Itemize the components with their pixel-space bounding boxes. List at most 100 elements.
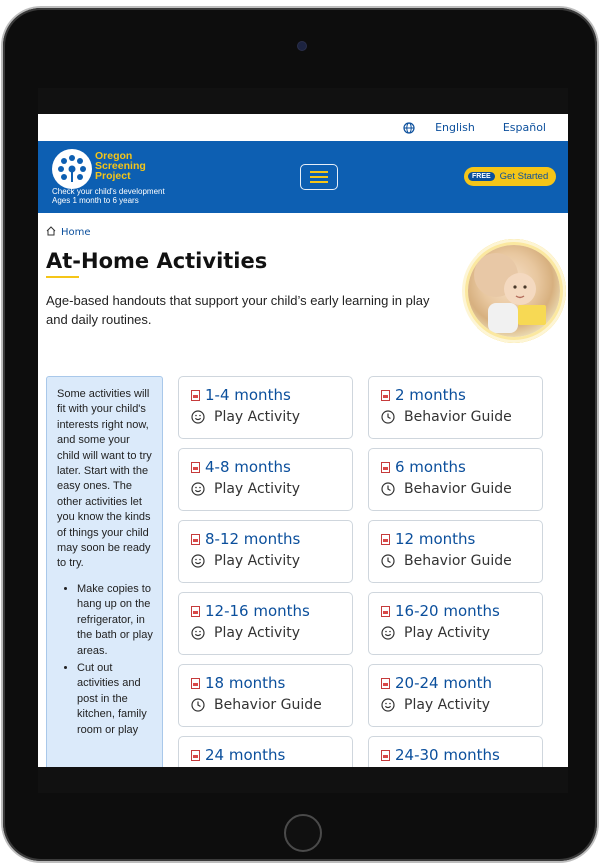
pdf-icon — [191, 677, 200, 689]
tagline-line-2: Ages 1 month to 6 years — [52, 195, 139, 205]
card-type: Play Activity — [191, 625, 352, 641]
activity-card[interactable]: 12-16 months Play Activity — [178, 592, 353, 655]
get-started-button[interactable]: FREE Get Started — [464, 167, 556, 186]
card-title[interactable]: 1-4 months — [205, 386, 291, 404]
camera-dot — [298, 42, 306, 50]
card-type: Play Activity — [381, 625, 542, 641]
activity-card[interactable]: 4-8 months Play Activity — [178, 448, 353, 511]
card-title[interactable]: 24-30 months — [395, 746, 500, 764]
card-type-label: Play Activity — [404, 625, 491, 641]
pdf-icon — [191, 461, 200, 473]
card-title[interactable]: 16-20 months — [395, 602, 500, 620]
get-started-label: Get Started — [499, 171, 549, 182]
activity-card[interactable]: 24 months — [178, 736, 353, 767]
pdf-icon — [191, 533, 200, 545]
smiley-icon — [381, 626, 395, 640]
pdf-icon — [191, 605, 200, 617]
pdf-icon — [381, 605, 390, 617]
card-link[interactable]: 1-4 months — [191, 386, 352, 404]
card-type: Play Activity — [191, 481, 352, 497]
sidebar-bullet: Cut out activities and post in the kitch… — [77, 661, 154, 738]
card-type-label: Behavior Guide — [404, 553, 512, 569]
card-type-label: Behavior Guide — [214, 697, 322, 713]
card-type: Behavior Guide — [381, 481, 542, 497]
card-title[interactable]: 8-12 months — [205, 530, 300, 548]
card-type: Play Activity — [381, 697, 542, 713]
activity-card[interactable]: 1-4 months Play Activity — [178, 376, 353, 439]
pdf-icon — [381, 389, 390, 401]
card-link[interactable]: 20-24 month — [381, 674, 542, 692]
card-type: Behavior Guide — [191, 697, 352, 713]
home-button[interactable] — [284, 814, 322, 852]
breadcrumb-home-link[interactable]: Home — [61, 227, 91, 238]
clock-icon — [381, 482, 395, 496]
sidebar-bullets: Make copies to hang up on the refrigerat… — [57, 582, 154, 738]
hamburger-menu-button[interactable] — [300, 164, 338, 190]
globe-icon — [403, 121, 415, 134]
card-title[interactable]: 20-24 month — [395, 674, 492, 692]
card-link[interactable]: 24 months — [191, 746, 352, 764]
card-link[interactable]: 16-20 months — [381, 602, 542, 620]
hamburger-bar — [310, 181, 328, 183]
smiley-icon — [191, 482, 205, 496]
card-title[interactable]: 12 months — [395, 530, 475, 548]
card-title[interactable]: 24 months — [205, 746, 285, 764]
logo-tree-icon[interactable] — [52, 149, 92, 189]
card-type-label: Play Activity — [214, 481, 301, 497]
pdf-icon — [381, 533, 390, 545]
card-title[interactable]: 12-16 months — [205, 602, 310, 620]
activity-card[interactable]: 16-20 months Play Activity — [368, 592, 543, 655]
activity-card[interactable]: 18 months Behavior Guide — [178, 664, 353, 727]
hero-photo — [468, 245, 560, 337]
browser-viewport: English Español Oregon Screening Project… — [38, 114, 568, 767]
card-link[interactable]: 12-16 months — [191, 602, 352, 620]
activity-card[interactable]: 12 months Behavior Guide — [368, 520, 543, 583]
device-screen: English Español Oregon Screening Project… — [38, 88, 568, 793]
breadcrumb: Home — [46, 226, 91, 239]
smiley-icon — [381, 698, 395, 712]
activity-card[interactable]: 2 months Behavior Guide — [368, 376, 543, 439]
status-bar-area — [38, 88, 568, 114]
card-link[interactable]: 2 months — [381, 386, 542, 404]
card-title[interactable]: 2 months — [395, 386, 466, 404]
card-link[interactable]: 4-8 months — [191, 458, 352, 476]
pdf-icon — [381, 677, 390, 689]
smiley-icon — [191, 554, 205, 568]
card-link[interactable]: 18 months — [191, 674, 352, 692]
card-type-label: Play Activity — [214, 625, 301, 641]
sidebar-text: Some activities will fit with your child… — [57, 388, 152, 570]
card-link[interactable]: 24-30 months — [381, 746, 542, 764]
card-type-label: Play Activity — [214, 553, 301, 569]
intro-text: Age-based handouts that support your chi… — [46, 293, 430, 327]
card-title[interactable]: 4-8 months — [205, 458, 291, 476]
pdf-icon — [381, 461, 390, 473]
card-type-label: Play Activity — [404, 697, 491, 713]
card-type-label: Behavior Guide — [404, 409, 512, 425]
smiley-icon — [191, 626, 205, 640]
activity-card[interactable]: 20-24 month Play Activity — [368, 664, 543, 727]
card-link[interactable]: 6 months — [381, 458, 542, 476]
language-english-link[interactable]: English — [435, 121, 475, 134]
pdf-icon — [381, 749, 390, 761]
page-title: At-Home Activities — [46, 249, 268, 273]
activity-card[interactable]: 8-12 months Play Activity — [178, 520, 353, 583]
activity-card[interactable]: 24-30 months — [368, 736, 543, 767]
card-type: Play Activity — [191, 553, 352, 569]
free-badge: FREE — [468, 172, 495, 181]
title-underline — [46, 276, 79, 278]
tablet-frame: English Español Oregon Screening Project… — [3, 8, 597, 861]
activity-card[interactable]: 6 months Behavior Guide — [368, 448, 543, 511]
hamburger-bar — [310, 176, 328, 178]
card-title[interactable]: 18 months — [205, 674, 285, 692]
hamburger-bar — [310, 171, 328, 173]
language-bar: English Español — [38, 114, 568, 141]
card-type: Behavior Guide — [381, 553, 542, 569]
pdf-icon — [191, 389, 200, 401]
bottom-bar-area — [38, 767, 568, 793]
card-link[interactable]: 12 months — [381, 530, 542, 548]
card-link[interactable]: 8-12 months — [191, 530, 352, 548]
language-spanish-link[interactable]: Español — [503, 121, 546, 134]
sidebar-tips: Some activities will fit with your child… — [46, 376, 163, 767]
logo-wordmark[interactable]: Oregon Screening Project — [95, 151, 146, 182]
card-title[interactable]: 6 months — [395, 458, 466, 476]
